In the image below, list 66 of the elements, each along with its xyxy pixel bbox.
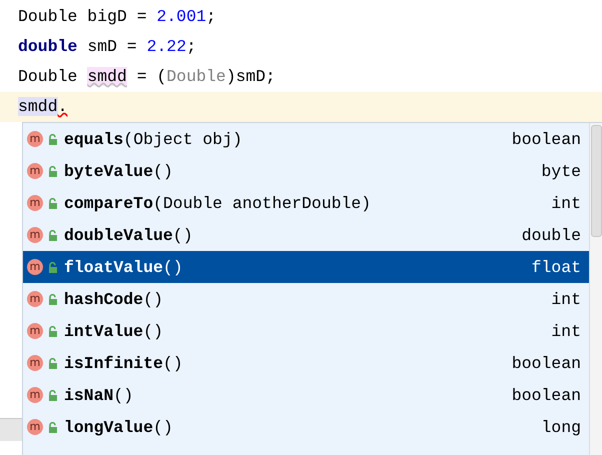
return-type: int [551, 322, 581, 340]
method-name: compareTo(Double anotherDouble) [64, 194, 372, 212]
method-icon: m [27, 387, 43, 403]
method-icon: m [27, 163, 43, 179]
return-type: boolean [512, 386, 581, 404]
completion-item[interactable]: m doubleValue() double [23, 219, 589, 251]
method-icon: m [27, 291, 43, 307]
code-text: )smD; [226, 67, 276, 86]
return-type: double [522, 226, 581, 244]
completion-item[interactable]: m intValue() int [23, 315, 589, 347]
return-type: int [551, 194, 581, 212]
completion-item[interactable]: m hashCode() int [23, 283, 589, 315]
code-text: . [58, 97, 68, 116]
lock-icon [48, 422, 58, 432]
method-icon: m [27, 227, 43, 243]
completion-item[interactable]: m isInfinite() boolean [23, 347, 589, 379]
completion-item[interactable]: m longValue() long [23, 411, 589, 443]
variable-name: smdd [87, 67, 127, 86]
lock-icon [48, 262, 58, 272]
keyword: double [18, 37, 78, 56]
completion-item[interactable]: m isNaN() boolean [23, 379, 589, 411]
method-name: isInfinite() [64, 354, 184, 372]
method-icon: m [27, 259, 43, 275]
completion-item[interactable]: m byteValue() byte [23, 155, 589, 187]
return-type: boolean [512, 130, 581, 148]
method-name: hashCode() [64, 290, 164, 308]
return-type: int [551, 290, 581, 308]
method-icon: m [27, 355, 43, 371]
completion-item[interactable]: m compareTo(Double anotherDouble) int [23, 187, 589, 219]
method-name: isNaN() [64, 386, 134, 404]
method-name: floatValue() [64, 258, 184, 276]
method-icon: m [27, 323, 43, 339]
method-icon: m [27, 131, 43, 147]
code-text: smD = [86, 37, 138, 56]
code-text: = ( [136, 67, 167, 86]
method-name: byteValue() [64, 162, 174, 180]
method-name: intValue() [64, 322, 164, 340]
return-type: long [541, 418, 581, 436]
variable-usage: smdd [18, 97, 58, 116]
lock-icon [48, 198, 58, 208]
number-literal: 2.22 [146, 37, 186, 56]
method-name: doubleValue() [64, 226, 194, 244]
method-name: longValue() [64, 418, 174, 436]
lock-icon [48, 134, 58, 144]
redundant-cast: Double [166, 67, 226, 86]
scrollbar[interactable] [589, 123, 602, 455]
bottom-panel [0, 418, 22, 441]
lock-icon [48, 294, 58, 304]
completion-item[interactable]: m floatValue() float [23, 251, 589, 283]
lock-icon [48, 166, 58, 176]
lock-icon [48, 230, 58, 240]
return-type: byte [541, 162, 581, 180]
code-text: ; [186, 37, 196, 56]
completion-item[interactable]: m equals(Object obj) boolean [23, 123, 589, 155]
return-type: float [531, 258, 581, 276]
method-icon: m [27, 195, 43, 211]
return-type: boolean [512, 354, 581, 372]
number-literal: 2.001 [156, 7, 206, 26]
lock-icon [48, 326, 58, 336]
code-text: Double bigD = [18, 7, 148, 26]
code-text: Double [18, 67, 78, 86]
lock-icon [48, 390, 58, 400]
lock-icon [48, 358, 58, 368]
code-text: ; [206, 7, 216, 26]
method-icon: m [27, 419, 43, 435]
method-name: equals(Object obj) [64, 130, 244, 148]
